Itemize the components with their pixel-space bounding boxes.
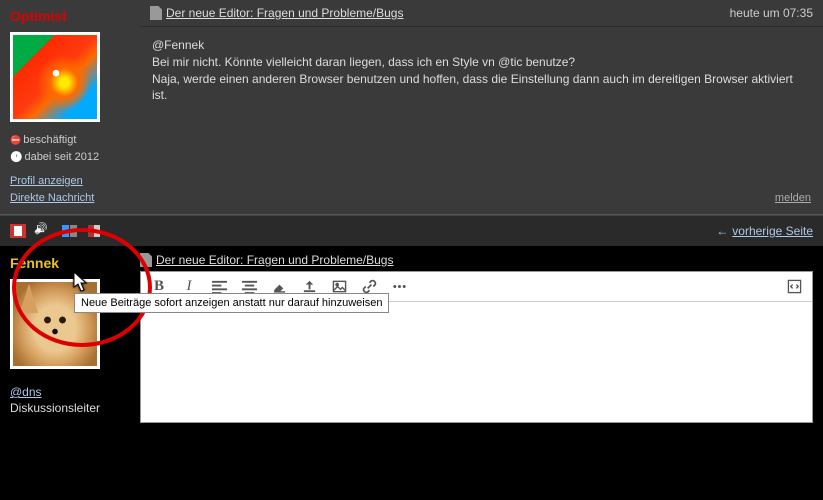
mention: @Fennek xyxy=(152,37,811,54)
profile-links: Profil anzeigen Direkte Nachricht xyxy=(10,173,130,206)
split-view-icon[interactable] xyxy=(88,224,104,238)
post-sidebar: Optimist ⛔beschäftigt 🕐dabei seit 2012 P… xyxy=(0,0,140,214)
thread-toolbar: ← vorherige Seite xyxy=(0,215,823,247)
reply-header: Der neue Editor: Fragen und Probleme/Bug… xyxy=(140,247,813,271)
thread-title: Der neue Editor: Fragen und Probleme/Bug… xyxy=(150,6,403,20)
report-link[interactable]: melden xyxy=(775,192,811,204)
thread-link[interactable]: Der neue Editor: Fragen und Probleme/Bug… xyxy=(166,6,403,20)
post-header: Der neue Editor: Fragen und Probleme/Bug… xyxy=(140,0,823,27)
username[interactable]: Optimist xyxy=(10,8,130,24)
user-meta: ⛔beschäftigt 🕐dabei seit 2012 xyxy=(10,132,130,165)
thread-link[interactable]: Der neue Editor: Fragen und Probleme/Bug… xyxy=(156,253,393,267)
arrow-left-icon: ← xyxy=(716,224,728,238)
tooltip: Neue Beiträge sofort anzeigen anstatt nu… xyxy=(74,293,389,313)
busy-icon: ⛔ xyxy=(10,135,21,145)
more-button[interactable] xyxy=(391,279,407,295)
post-main: Der neue Editor: Fragen und Probleme/Bug… xyxy=(140,0,823,214)
reply-post: Fennek @dns Diskussionsleiter Der neue E… xyxy=(0,247,823,423)
username[interactable]: Fennek xyxy=(10,255,130,271)
document-icon xyxy=(140,253,152,267)
post-line: Naja, werde einen anderen Browser benutz… xyxy=(152,71,811,105)
view-profile-link[interactable]: Profil anzeigen xyxy=(10,173,130,190)
avatar-image xyxy=(13,35,97,119)
reply-main: Der neue Editor: Fragen und Probleme/Bug… xyxy=(140,247,823,423)
post-sidebar: Fennek @dns Diskussionsleiter xyxy=(0,247,140,423)
timestamp: heute um 07:35 xyxy=(730,6,813,20)
clock-icon: 🕐 xyxy=(10,152,22,163)
avatar[interactable] xyxy=(10,32,100,122)
post-body: @Fennek Bei mir nicht. Könnte vielleicht… xyxy=(140,27,823,186)
post-footer: melden xyxy=(140,186,823,214)
user-since: dabei seit 2012 xyxy=(24,151,99,163)
editor-textarea[interactable] xyxy=(141,302,812,422)
flag-icon[interactable] xyxy=(10,224,26,238)
post-line: Bei mir nicht. Könnte vielleicht daran l… xyxy=(152,54,811,71)
source-button[interactable] xyxy=(786,279,802,295)
sound-icon[interactable] xyxy=(36,224,52,238)
live-update-icon[interactable] xyxy=(62,224,78,238)
document-icon xyxy=(150,6,162,20)
previous-page-link[interactable]: vorherige Seite xyxy=(732,224,813,238)
direct-message-link[interactable]: Direkte Nachricht xyxy=(10,190,130,207)
post: Optimist ⛔beschäftigt 🕐dabei seit 2012 P… xyxy=(0,0,823,215)
user-status: beschäftigt xyxy=(23,134,76,146)
user-tag-link[interactable]: @dns xyxy=(10,385,42,399)
toolbar-right: ← vorherige Seite xyxy=(716,224,813,238)
toolbar-left xyxy=(10,224,104,238)
user-role: Diskussionsleiter xyxy=(10,401,130,415)
